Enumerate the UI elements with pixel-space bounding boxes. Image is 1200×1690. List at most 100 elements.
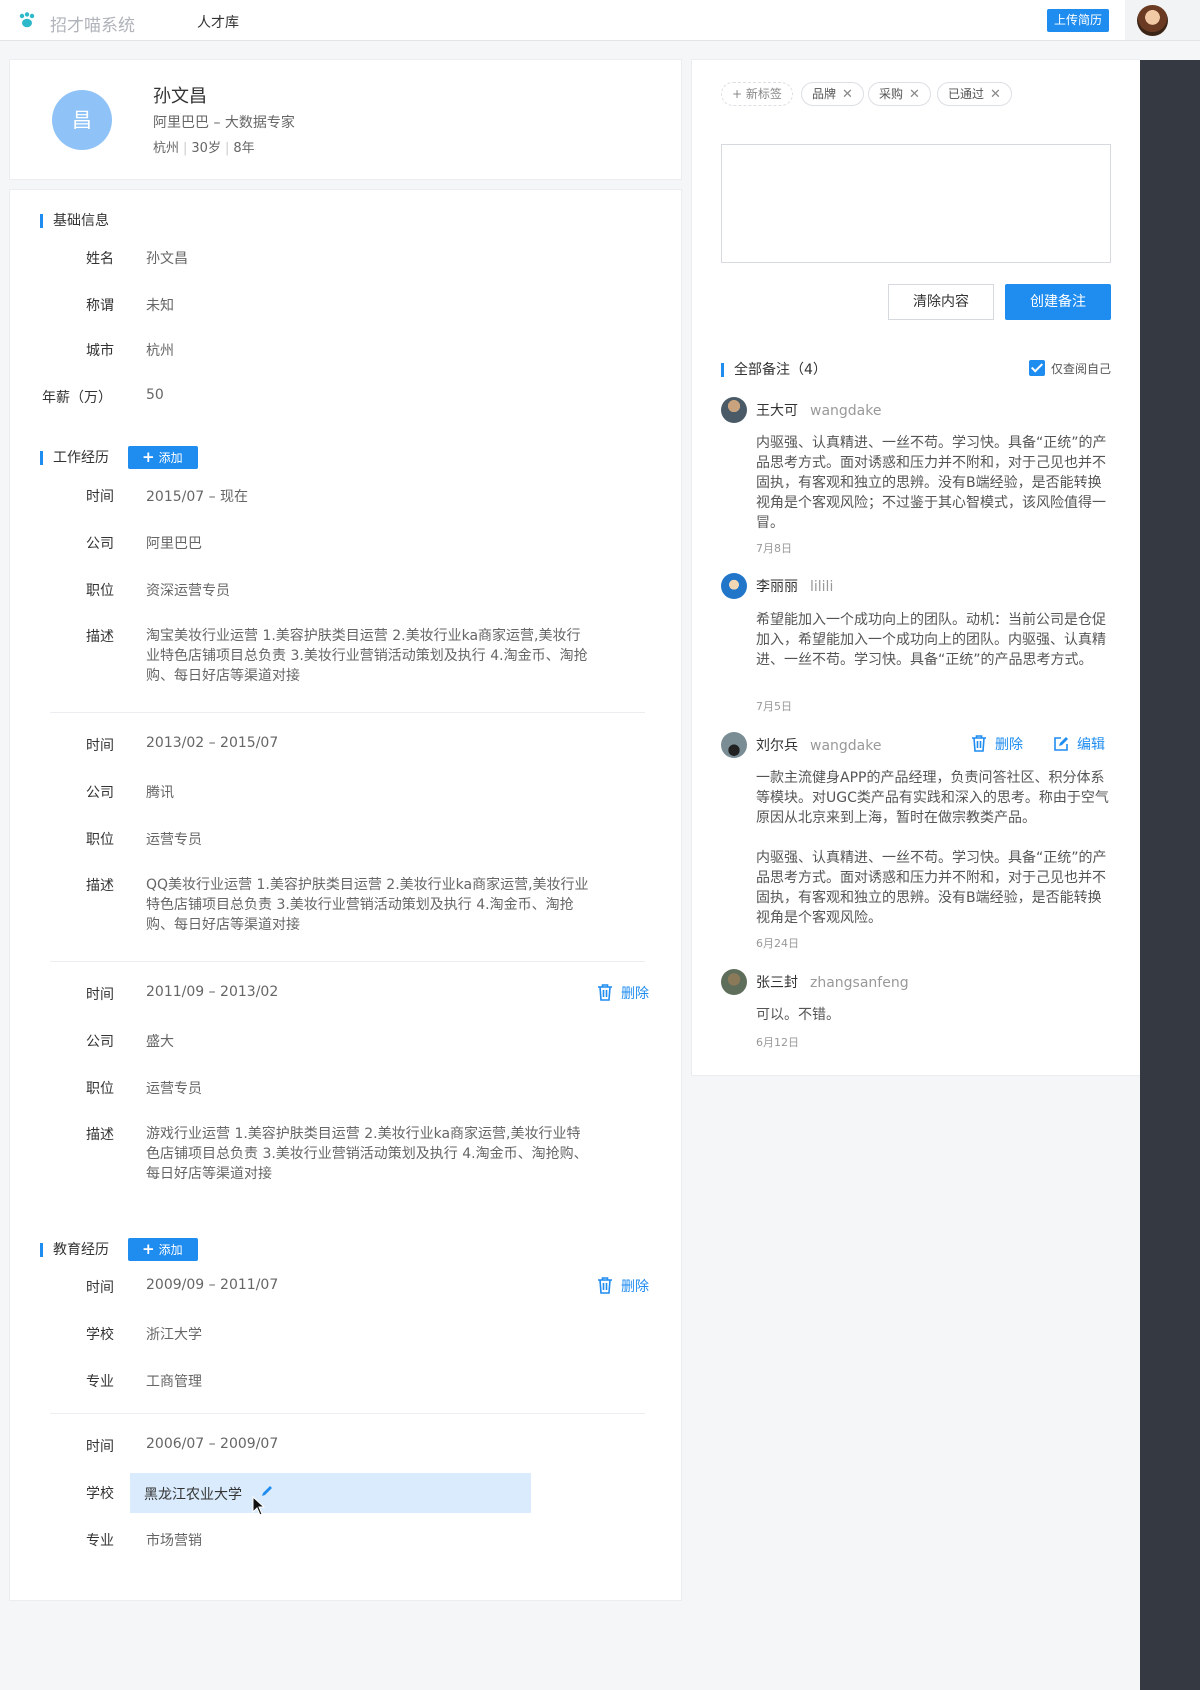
add-education-button[interactable]: + 添加	[128, 1238, 198, 1261]
note-author-nick: wangdake	[810, 738, 882, 754]
section-title-education: 教育经历	[40, 1243, 109, 1257]
tag-label: 品牌	[812, 87, 837, 101]
note-author-name: 张三封	[756, 975, 798, 991]
work-company[interactable]: 盛大	[146, 1031, 174, 1051]
close-icon[interactable]: ✕	[909, 87, 920, 102]
note-author: 王大可 wangdake	[756, 400, 881, 420]
tag-item: 品牌 ✕	[801, 82, 864, 106]
work-desc[interactable]: 游戏行业运营 1.美容护肤类目运营 2.美妆行业ka商家运营,美妆行业特色店铺项…	[146, 1124, 591, 1184]
work-company[interactable]: 阿里巴巴	[146, 533, 202, 553]
note-author-name: 刘尔兵	[756, 738, 798, 754]
add-work-label: 添加	[158, 451, 183, 465]
edu-major[interactable]: 市场营销	[146, 1530, 202, 1550]
note-text: 希望能加入一个成功向上的团队。动机：当前公司是仓促加入，希望能加入一个成功向上的…	[756, 612, 1106, 668]
field-label: 公司	[86, 785, 114, 801]
candidate-age: 30岁	[191, 141, 221, 156]
work-desc[interactable]: QQ美妆行业运营 1.美容护肤类目运营 2.美妆行业ka商家运营,美妆行业特色店…	[146, 875, 591, 935]
detail-card: 基础信息 姓名 孙文昌 称谓 未知 城市 杭州 年薪（万） 50 工作经历 + 添…	[9, 189, 682, 1601]
edu-time[interactable]: 2006/07 – 2009/07	[146, 1436, 278, 1452]
note-author-name: 王大可	[756, 403, 798, 419]
edu-school[interactable]: 浙江大学	[146, 1324, 202, 1344]
plus-icon: +	[142, 1240, 155, 1258]
create-note-button[interactable]: 创建备注	[1005, 284, 1111, 320]
right-side-panel	[1140, 60, 1200, 1690]
trash-icon	[598, 1277, 612, 1294]
note-textarea[interactable]	[721, 144, 1111, 263]
brand-name: 招才喵系统	[50, 16, 135, 36]
only-mine-checkbox[interactable]: 仅查阅自己	[1029, 360, 1111, 377]
tag-item: 采购 ✕	[868, 82, 931, 106]
field-value-salutation[interactable]: 未知	[146, 295, 174, 315]
plus-icon: +	[142, 448, 155, 466]
note-author-name: 李丽丽	[756, 579, 798, 595]
work-company[interactable]: 腾讯	[146, 782, 174, 802]
upload-resume-button[interactable]: 上传简历	[1047, 9, 1110, 32]
work-desc[interactable]: 淘宝美妆行业运营 1.美容护肤类目运营 2.美妆行业ka商家运营,美妆行业特色店…	[146, 626, 591, 686]
field-value-city[interactable]: 杭州	[146, 340, 174, 360]
work-time[interactable]: 2011/09 – 2013/02	[146, 984, 278, 1000]
mouse-cursor-icon	[252, 1496, 266, 1516]
delete-label: 删除	[621, 1279, 649, 1295]
note-author: 李丽丽 lilili	[756, 576, 833, 596]
trash-icon	[972, 735, 986, 752]
field-label: 时间	[86, 489, 114, 505]
field-label: 描述	[86, 629, 114, 645]
edit-icon	[1054, 737, 1068, 751]
tag-label: 已通过	[948, 87, 985, 101]
note-text: 可以。不错。	[756, 1007, 840, 1023]
edu-school-editable[interactable]: 黑龙江农业大学	[130, 1473, 531, 1513]
add-work-button[interactable]: + 添加	[128, 446, 198, 469]
section-title-work: 工作经历	[40, 451, 109, 465]
top-bar: 招才喵系统 人才库 上传简历	[0, 0, 1200, 41]
field-label: 职位	[86, 832, 114, 848]
close-icon[interactable]: ✕	[842, 87, 853, 102]
work-position[interactable]: 运营专员	[146, 1078, 202, 1098]
tag-label: 采购	[879, 87, 904, 101]
clear-content-button[interactable]: 清除内容	[888, 284, 994, 320]
checkbox-checked-icon[interactable]	[1029, 360, 1045, 376]
field-label: 公司	[86, 1034, 114, 1050]
work-time[interactable]: 2015/07 – 现在	[146, 486, 248, 506]
field-label: 专业	[86, 1374, 114, 1390]
field-label: 公司	[86, 536, 114, 552]
edit-note-button[interactable]: 编辑	[1053, 734, 1105, 754]
edu-major[interactable]: 工商管理	[146, 1371, 202, 1391]
work-position[interactable]: 资深运营专员	[146, 580, 230, 600]
field-value-salary[interactable]: 50	[146, 387, 164, 403]
nav-talent-pool[interactable]: 人才库	[197, 12, 239, 32]
edit-label: 编辑	[1077, 737, 1105, 753]
field-label: 时间	[86, 1439, 114, 1455]
trash-icon	[598, 984, 612, 1001]
note-text: 内驱强、认真精进、一丝不苟。学习快。具备“正统”的产品思考方式。面对诱惑和压力并…	[756, 435, 1107, 531]
candidate-years: 8年	[233, 141, 255, 156]
profile-card: 昌 孙文昌 阿里巴巴 – 大数据专家 杭州 | 30岁 | 8年	[9, 59, 682, 180]
delete-education-button[interactable]: 删除	[597, 1276, 649, 1296]
field-value-name[interactable]: 孙文昌	[146, 248, 188, 268]
field-label: 时间	[86, 987, 114, 1003]
section-title-basic: 基础信息	[40, 214, 109, 228]
work-time[interactable]: 2013/02 – 2015/07	[146, 735, 278, 751]
field-label: 职位	[86, 1081, 114, 1097]
field-label: 时间	[86, 738, 114, 754]
close-icon[interactable]: ✕	[990, 87, 1001, 102]
field-label: 专业	[86, 1533, 114, 1549]
new-tag-button[interactable]: + 新标签	[721, 82, 793, 106]
candidate-avatar: 昌	[52, 90, 112, 150]
field-label: 年薪（万）	[42, 390, 112, 406]
note-date: 6月12日	[756, 1036, 799, 1049]
edu-school[interactable]: 黑龙江农业大学	[144, 1484, 242, 1504]
delete-work-button[interactable]: 删除	[597, 983, 649, 1003]
field-label: 描述	[86, 1127, 114, 1143]
delete-label: 删除	[995, 737, 1023, 753]
note-author-nick: wangdake	[810, 403, 882, 419]
work-position[interactable]: 运营专员	[146, 829, 202, 849]
divider	[50, 712, 645, 713]
edu-time[interactable]: 2009/09 – 2011/07	[146, 1277, 278, 1293]
delete-note-button[interactable]: 删除	[971, 734, 1023, 754]
candidate-name: 孙文昌	[153, 86, 207, 107]
paw-logo-icon	[19, 12, 35, 28]
user-avatar[interactable]	[1137, 5, 1168, 36]
field-label: 姓名	[86, 251, 114, 267]
field-label: 学校	[86, 1327, 114, 1343]
note-author: 张三封 zhangsanfeng	[756, 972, 909, 992]
